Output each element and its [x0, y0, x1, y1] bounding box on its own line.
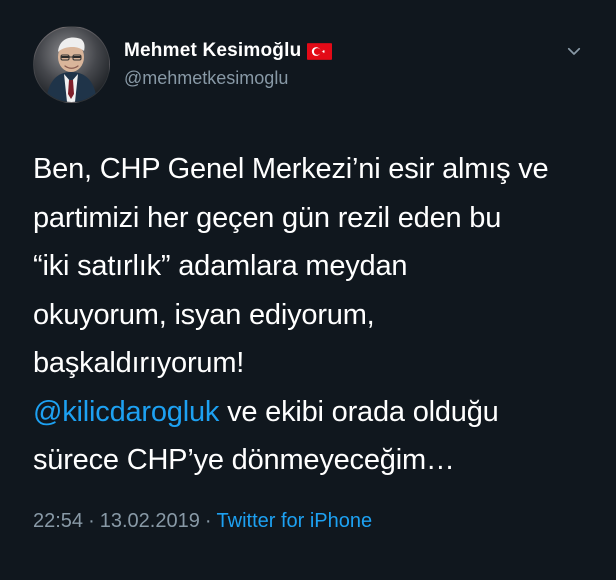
tweet-date: 13.02.2019: [99, 510, 200, 532]
turkey-flag-icon: [307, 42, 333, 60]
tweet-line: Ben, CHP Genel Merkezi’ni esir almış ve: [33, 153, 549, 185]
tweet-line: “iki satırlık” adamlara meydan: [33, 250, 408, 282]
tweet-line: partimizi her geçen gün rezil eden bu: [33, 201, 502, 234]
tweet-line-with-mention: @kilicdarogluk ve ekibi orada olduğu: [33, 388, 593, 437]
tweet-line: sürece CHP’ye dönmeyeceğim…: [33, 444, 455, 476]
avatar[interactable]: [33, 26, 110, 103]
tweet-line: okuyorum, isyan ediyorum,: [33, 298, 375, 331]
author-name-row: Mehmet Kesimoğlu: [124, 38, 333, 64]
tweet-text: Ben, CHP Genel Merkezi’ni esir almış ve …: [33, 145, 593, 485]
tweet-line: başkaldırıyorum!: [33, 347, 245, 379]
tweet-card: Mehmet Kesimoğlu @mehmetkesimoglu Ben, C…: [0, 0, 616, 580]
tweet-time: 22:54: [33, 510, 84, 532]
tweet-header: Mehmet Kesimoğlu @mehmetkesimoglu: [124, 38, 333, 90]
author-display-name[interactable]: Mehmet Kesimoğlu: [124, 38, 301, 64]
tweet-menu-button[interactable]: [560, 37, 588, 65]
author-username[interactable]: @mehmetkesimoglu: [124, 66, 332, 90]
profile-photo: [34, 27, 109, 102]
chevron-down-icon: [567, 47, 581, 55]
mention-link[interactable]: @kilicdarogluk: [33, 396, 219, 428]
mention-following-text: ve ekibi orada olduğu: [219, 395, 499, 428]
tweet-source-link[interactable]: Twitter for iPhone: [217, 507, 373, 535]
tweet-meta: 22:54 · 13.02.2019 · Twitter for iPhone: [33, 507, 372, 535]
meta-separator: ·: [88, 510, 95, 532]
meta-separator: ·: [204, 510, 212, 532]
